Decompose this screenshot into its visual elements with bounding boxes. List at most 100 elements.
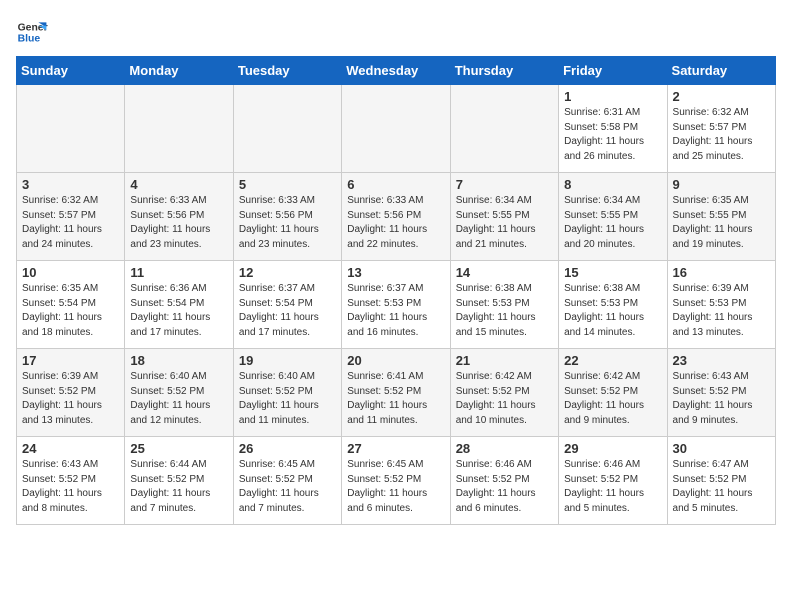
day-number: 30 [673, 441, 770, 456]
calendar-cell: 10 Sunrise: 6:35 AM Sunset: 5:54 PM Dayli… [17, 261, 125, 349]
day-info: Sunrise: 6:31 AM Sunset: 5:58 PM Dayligh… [564, 106, 661, 164]
day-number: 2 [673, 89, 770, 104]
day-number: 9 [673, 177, 770, 192]
calendar-cell: 24 Sunrise: 6:43 AM Sunset: 5:52 PM Dayli… [17, 437, 125, 525]
calendar-cell: 1Sunrise: 6:31 AM Sunset: 5:58 PM Daylig… [559, 85, 667, 173]
day-info: Sunrise: 6:41 AM Sunset: 5:52 PM Dayligh… [347, 370, 444, 428]
calendar-cell: 4Sunrise: 6:33 AM Sunset: 5:56 PM Daylig… [125, 173, 233, 261]
day-number: 29 [564, 441, 661, 456]
day-number: 12 [239, 265, 336, 280]
calendar-cell: 6 Sunrise: 6:33 AM Sunset: 5:56 PM Daylig… [342, 173, 450, 261]
calendar-cell: 16 Sunrise: 6:39 AM Sunset: 5:53 PM Dayli… [667, 261, 775, 349]
day-number: 13 [347, 265, 444, 280]
calendar-cell: 27Sunrise: 6:45 AM Sunset: 5:52 PM Dayli… [342, 437, 450, 525]
day-info: Sunrise: 6:45 AM Sunset: 5:52 PM Dayligh… [239, 458, 336, 516]
day-info: Sunrise: 6:33 AM Sunset: 5:56 PM Dayligh… [347, 194, 444, 252]
day-number: 25 [130, 441, 227, 456]
day-info: Sunrise: 6:37 AM Sunset: 5:54 PM Dayligh… [239, 282, 336, 340]
day-number: 26 [239, 441, 336, 456]
day-number: 23 [673, 353, 770, 368]
calendar-cell: 15Sunrise: 6:38 AM Sunset: 5:53 PM Dayli… [559, 261, 667, 349]
calendar-cell [233, 85, 341, 173]
day-info: Sunrise: 6:39 AM Sunset: 5:53 PM Dayligh… [673, 282, 770, 340]
day-number: 20 [347, 353, 444, 368]
day-number: 4 [130, 177, 227, 192]
day-number: 17 [22, 353, 119, 368]
day-info: Sunrise: 6:34 AM Sunset: 5:55 PM Dayligh… [456, 194, 553, 252]
calendar-cell: 11 Sunrise: 6:36 AM Sunset: 5:54 PM Dayli… [125, 261, 233, 349]
day-info: Sunrise: 6:36 AM Sunset: 5:54 PM Dayligh… [130, 282, 227, 340]
weekday-header-saturday: Saturday [667, 57, 775, 85]
day-number: 8 [564, 177, 661, 192]
day-info: Sunrise: 6:32 AM Sunset: 5:57 PM Dayligh… [673, 106, 770, 164]
day-number: 5 [239, 177, 336, 192]
day-info: Sunrise: 6:35 AM Sunset: 5:54 PM Dayligh… [22, 282, 119, 340]
logo: General Blue [16, 16, 48, 48]
day-info: Sunrise: 6:42 AM Sunset: 5:52 PM Dayligh… [564, 370, 661, 428]
day-number: 19 [239, 353, 336, 368]
day-number: 18 [130, 353, 227, 368]
day-number: 24 [22, 441, 119, 456]
calendar-cell: 12 Sunrise: 6:37 AM Sunset: 5:54 PM Dayli… [233, 261, 341, 349]
day-number: 11 [130, 265, 227, 280]
weekday-header-friday: Friday [559, 57, 667, 85]
week-row-5: 24 Sunrise: 6:43 AM Sunset: 5:52 PM Dayli… [17, 437, 776, 525]
day-info: Sunrise: 6:38 AM Sunset: 5:53 PM Dayligh… [456, 282, 553, 340]
calendar-cell: 19 Sunrise: 6:40 AM Sunset: 5:52 PM Dayli… [233, 349, 341, 437]
calendar-cell [125, 85, 233, 173]
day-number: 27 [347, 441, 444, 456]
calendar-cell [17, 85, 125, 173]
day-info: Sunrise: 6:47 AM Sunset: 5:52 PM Dayligh… [673, 458, 770, 516]
calendar-cell: 21 Sunrise: 6:42 AM Sunset: 5:52 PM Dayli… [450, 349, 558, 437]
day-info: Sunrise: 6:46 AM Sunset: 5:52 PM Dayligh… [564, 458, 661, 516]
calendar-cell: 2 Sunrise: 6:32 AM Sunset: 5:57 PM Daylig… [667, 85, 775, 173]
day-info: Sunrise: 6:39 AM Sunset: 5:52 PM Dayligh… [22, 370, 119, 428]
calendar-cell: 26 Sunrise: 6:45 AM Sunset: 5:52 PM Dayli… [233, 437, 341, 525]
week-row-4: 17 Sunrise: 6:39 AM Sunset: 5:52 PM Dayli… [17, 349, 776, 437]
day-info: Sunrise: 6:34 AM Sunset: 5:55 PM Dayligh… [564, 194, 661, 252]
day-number: 7 [456, 177, 553, 192]
day-info: Sunrise: 6:40 AM Sunset: 5:52 PM Dayligh… [239, 370, 336, 428]
day-info: Sunrise: 6:35 AM Sunset: 5:55 PM Dayligh… [673, 194, 770, 252]
day-info: Sunrise: 6:32 AM Sunset: 5:57 PM Dayligh… [22, 194, 119, 252]
calendar-cell: 3Sunrise: 6:32 AM Sunset: 5:57 PM Daylig… [17, 173, 125, 261]
day-number: 28 [456, 441, 553, 456]
week-row-2: 3Sunrise: 6:32 AM Sunset: 5:57 PM Daylig… [17, 173, 776, 261]
day-info: Sunrise: 6:46 AM Sunset: 5:52 PM Dayligh… [456, 458, 553, 516]
week-row-1: 1Sunrise: 6:31 AM Sunset: 5:58 PM Daylig… [17, 85, 776, 173]
calendar-cell: 9 Sunrise: 6:35 AM Sunset: 5:55 PM Daylig… [667, 173, 775, 261]
weekday-header-thursday: Thursday [450, 57, 558, 85]
day-number: 14 [456, 265, 553, 280]
logo-icon: General Blue [16, 16, 48, 48]
svg-text:Blue: Blue [18, 34, 41, 45]
calendar-cell: 13 Sunrise: 6:37 AM Sunset: 5:53 PM Dayli… [342, 261, 450, 349]
calendar-cell: 20 Sunrise: 6:41 AM Sunset: 5:52 PM Dayli… [342, 349, 450, 437]
calendar-cell: 7 Sunrise: 6:34 AM Sunset: 5:55 PM Daylig… [450, 173, 558, 261]
calendar-cell: 23 Sunrise: 6:43 AM Sunset: 5:52 PM Dayli… [667, 349, 775, 437]
calendar-cell: 22Sunrise: 6:42 AM Sunset: 5:52 PM Dayli… [559, 349, 667, 437]
calendar-cell: 25 Sunrise: 6:44 AM Sunset: 5:52 PM Dayli… [125, 437, 233, 525]
day-info: Sunrise: 6:43 AM Sunset: 5:52 PM Dayligh… [22, 458, 119, 516]
weekday-header-wednesday: Wednesday [342, 57, 450, 85]
day-info: Sunrise: 6:43 AM Sunset: 5:52 PM Dayligh… [673, 370, 770, 428]
weekday-header-sunday: Sunday [17, 57, 125, 85]
weekday-header-monday: Monday [125, 57, 233, 85]
day-info: Sunrise: 6:44 AM Sunset: 5:52 PM Dayligh… [130, 458, 227, 516]
week-row-3: 10 Sunrise: 6:35 AM Sunset: 5:54 PM Dayli… [17, 261, 776, 349]
weekday-header-row: SundayMondayTuesdayWednesdayThursdayFrid… [17, 57, 776, 85]
page-header: General Blue [16, 16, 776, 48]
day-info: Sunrise: 6:37 AM Sunset: 5:53 PM Dayligh… [347, 282, 444, 340]
day-number: 16 [673, 265, 770, 280]
calendar-cell: 17 Sunrise: 6:39 AM Sunset: 5:52 PM Dayli… [17, 349, 125, 437]
day-number: 6 [347, 177, 444, 192]
day-number: 21 [456, 353, 553, 368]
day-info: Sunrise: 6:42 AM Sunset: 5:52 PM Dayligh… [456, 370, 553, 428]
day-info: Sunrise: 6:33 AM Sunset: 5:56 PM Dayligh… [239, 194, 336, 252]
calendar-cell [342, 85, 450, 173]
calendar-cell: 29 Sunrise: 6:46 AM Sunset: 5:52 PM Dayli… [559, 437, 667, 525]
calendar-cell: 8 Sunrise: 6:34 AM Sunset: 5:55 PM Daylig… [559, 173, 667, 261]
day-number: 10 [22, 265, 119, 280]
day-number: 15 [564, 265, 661, 280]
calendar-cell: 5 Sunrise: 6:33 AM Sunset: 5:56 PM Daylig… [233, 173, 341, 261]
calendar-cell: 30 Sunrise: 6:47 AM Sunset: 5:52 PM Dayli… [667, 437, 775, 525]
